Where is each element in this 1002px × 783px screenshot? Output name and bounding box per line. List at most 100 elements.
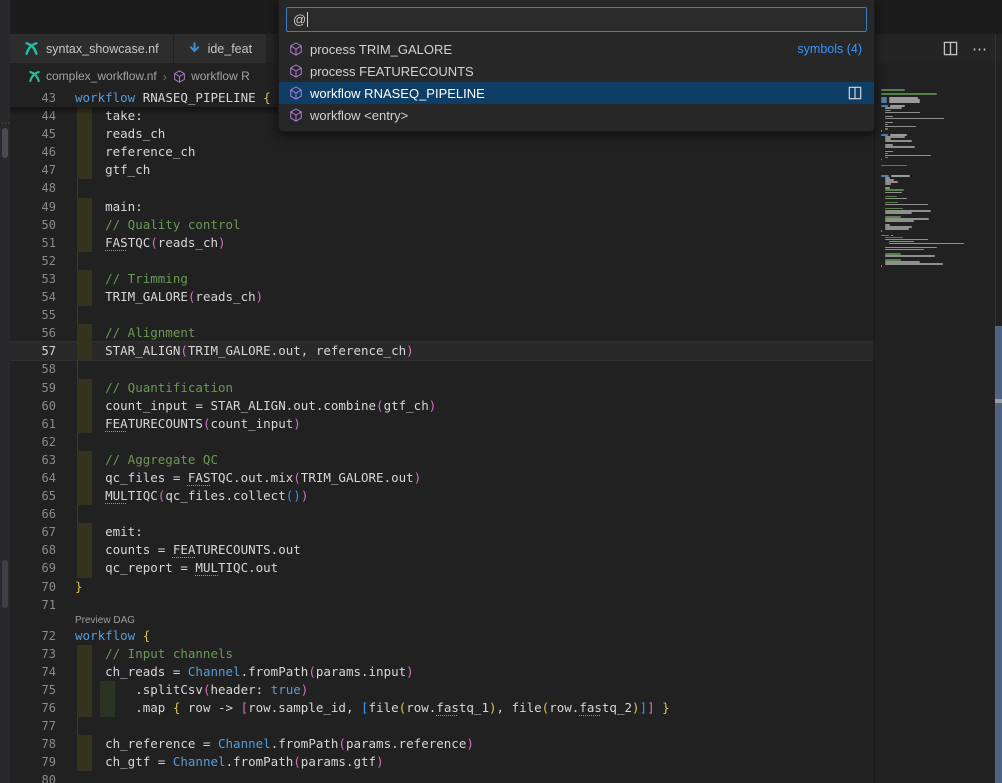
rail-marker-bottom[interactable]	[2, 560, 8, 608]
line-number[interactable]: 44	[10, 107, 56, 125]
line-number[interactable]: 63	[10, 451, 56, 469]
quick-open-result[interactable]: process TRIM_GALOREsymbols (4)	[279, 38, 874, 60]
code-line[interactable]: 71	[10, 596, 873, 614]
line-number[interactable]: 58	[10, 360, 56, 378]
line-number[interactable]: 78	[10, 735, 56, 753]
code-line[interactable]: 50 // Quality control	[10, 216, 873, 234]
breadcrumb-symbol[interactable]: workflow R	[191, 69, 250, 83]
code-line[interactable]: 57 STAR_ALIGN(TRIM_GALORE.out, reference…	[10, 342, 873, 360]
rail-marker-top[interactable]	[2, 128, 8, 158]
code-line[interactable]: 76 .map { row -> [row.sample_id, [file(r…	[10, 699, 873, 717]
line-number[interactable]: 64	[10, 469, 56, 487]
line-number[interactable]: 70	[10, 578, 56, 596]
split-editor-icon[interactable]	[848, 86, 862, 100]
code-line[interactable]: 65 MULTIQC(qc_files.collect())	[10, 487, 873, 505]
line-number[interactable]: 55	[10, 306, 56, 324]
minimap-line	[881, 130, 882, 132]
line-number[interactable]: 47	[10, 161, 56, 179]
code-line[interactable]: 77	[10, 717, 873, 735]
line-number[interactable]: 56	[10, 324, 56, 342]
code-line[interactable]: 78 ch_reference = Channel.fromPath(param…	[10, 735, 873, 753]
minimap-line	[885, 196, 897, 198]
code-line[interactable]: 70}	[10, 578, 873, 596]
code-line[interactable]: 62	[10, 433, 873, 451]
code-line[interactable]: 69 qc_report = MULTIQC.out	[10, 559, 873, 577]
line-number[interactable]: 68	[10, 541, 56, 559]
line-number[interactable]: 74	[10, 663, 56, 681]
line-number[interactable]: 73	[10, 645, 56, 663]
tab-ide-features[interactable]: ide_feat	[174, 34, 267, 63]
code-line[interactable]: 64 qc_files = FASTQC.out.mix(TRIM_GALORE…	[10, 469, 873, 487]
code-line[interactable]: 61 FEATURECOUNTS(count_input)	[10, 415, 873, 433]
code-line[interactable]: 73 // Input channels	[10, 645, 873, 663]
line-number[interactable]: 59	[10, 379, 56, 397]
line-number[interactable]: 46	[10, 143, 56, 161]
line-number[interactable]: 75	[10, 681, 56, 699]
code-text: main:	[75, 198, 143, 216]
code-editor[interactable]: 43workflow RNASEQ_PIPELINE {44 take:45 r…	[10, 89, 873, 783]
line-number[interactable]: 49	[10, 198, 56, 216]
quick-open-input[interactable]: @	[286, 7, 867, 32]
code-line[interactable]: 49 main:	[10, 198, 873, 216]
code-line[interactable]: 58	[10, 360, 873, 378]
code-line[interactable]: 53 // Trimming	[10, 270, 873, 288]
minimap[interactable]	[874, 88, 995, 783]
indent-guide	[77, 505, 78, 523]
code-line[interactable]: 68 counts = FEATURECOUNTS.out	[10, 541, 873, 559]
line-number[interactable]: 71	[10, 596, 56, 614]
code-line[interactable]: 67 emit:	[10, 523, 873, 541]
line-number[interactable]: 62	[10, 433, 56, 451]
more-actions-icon[interactable]: ⋯	[972, 40, 988, 58]
minimap-line	[885, 192, 902, 194]
code-line[interactable]: 79 ch_gtf = Channel.fromPath(params.gtf)	[10, 753, 873, 771]
scrollbar-thumb[interactable]	[995, 326, 1002, 783]
line-number[interactable]: 61	[10, 415, 56, 433]
code-line[interactable]: 46 reference_ch	[10, 143, 873, 161]
code-line[interactable]: 59 // Quantification	[10, 379, 873, 397]
code-line[interactable]: 74 ch_reads = Channel.fromPath(params.in…	[10, 663, 873, 681]
minimap-line	[885, 112, 920, 114]
line-number[interactable]: 60	[10, 397, 56, 415]
tab-syntax-showcase[interactable]: syntax_showcase.nf	[10, 34, 174, 63]
split-editor-icon[interactable]	[943, 41, 958, 56]
line-number[interactable]: 72	[10, 627, 56, 645]
minimap-line	[891, 235, 893, 237]
code-line[interactable]: 63 // Aggregate QC	[10, 451, 873, 469]
line-number[interactable]: 57	[10, 342, 56, 360]
code-line[interactable]: 60 count_input = STAR_ALIGN.out.combine(…	[10, 397, 873, 415]
code-line[interactable]: 80	[10, 771, 873, 783]
indent-guide	[77, 306, 78, 324]
line-number[interactable]: 48	[10, 179, 56, 197]
line-number[interactable]: 45	[10, 125, 56, 143]
line-number[interactable]: 79	[10, 753, 56, 771]
code-line[interactable]: 56 // Alignment	[10, 324, 873, 342]
line-number[interactable]: 77	[10, 717, 56, 735]
line-number[interactable]: 80	[10, 771, 56, 783]
code-line[interactable]: 47 gtf_ch	[10, 161, 873, 179]
line-number[interactable]: 50	[10, 216, 56, 234]
code-line[interactable]: 52	[10, 252, 873, 270]
breadcrumb-separator: ›	[162, 69, 168, 84]
breadcrumb-file[interactable]: complex_workflow.nf	[46, 69, 157, 83]
code-line[interactable]: 66	[10, 505, 873, 523]
code-line[interactable]: 51 FASTQC(reads_ch)	[10, 234, 873, 252]
line-number[interactable]: 52	[10, 252, 56, 270]
codelens-preview-dag[interactable]: Preview DAG	[10, 614, 873, 627]
line-number[interactable]: 54	[10, 288, 56, 306]
quick-open-result[interactable]: workflow <entry>	[279, 104, 874, 126]
line-number[interactable]: 66	[10, 505, 56, 523]
line-number[interactable]: 65	[10, 487, 56, 505]
line-number[interactable]: 43	[10, 89, 56, 107]
code-line[interactable]: 75 .splitCsv(header: true)	[10, 681, 873, 699]
code-line[interactable]: 72workflow {	[10, 627, 873, 645]
code-line[interactable]: 54 TRIM_GALORE(reads_ch)	[10, 288, 873, 306]
line-number[interactable]: 69	[10, 559, 56, 577]
line-number[interactable]: 51	[10, 234, 56, 252]
code-line[interactable]: 55	[10, 306, 873, 324]
line-number[interactable]: 76	[10, 699, 56, 717]
line-number[interactable]: 53	[10, 270, 56, 288]
quick-open-result[interactable]: workflow RNASEQ_PIPELINE	[279, 82, 874, 104]
code-line[interactable]: 48	[10, 179, 873, 197]
line-number[interactable]: 67	[10, 523, 56, 541]
quick-open-result[interactable]: process FEATURECOUNTS	[279, 60, 874, 82]
